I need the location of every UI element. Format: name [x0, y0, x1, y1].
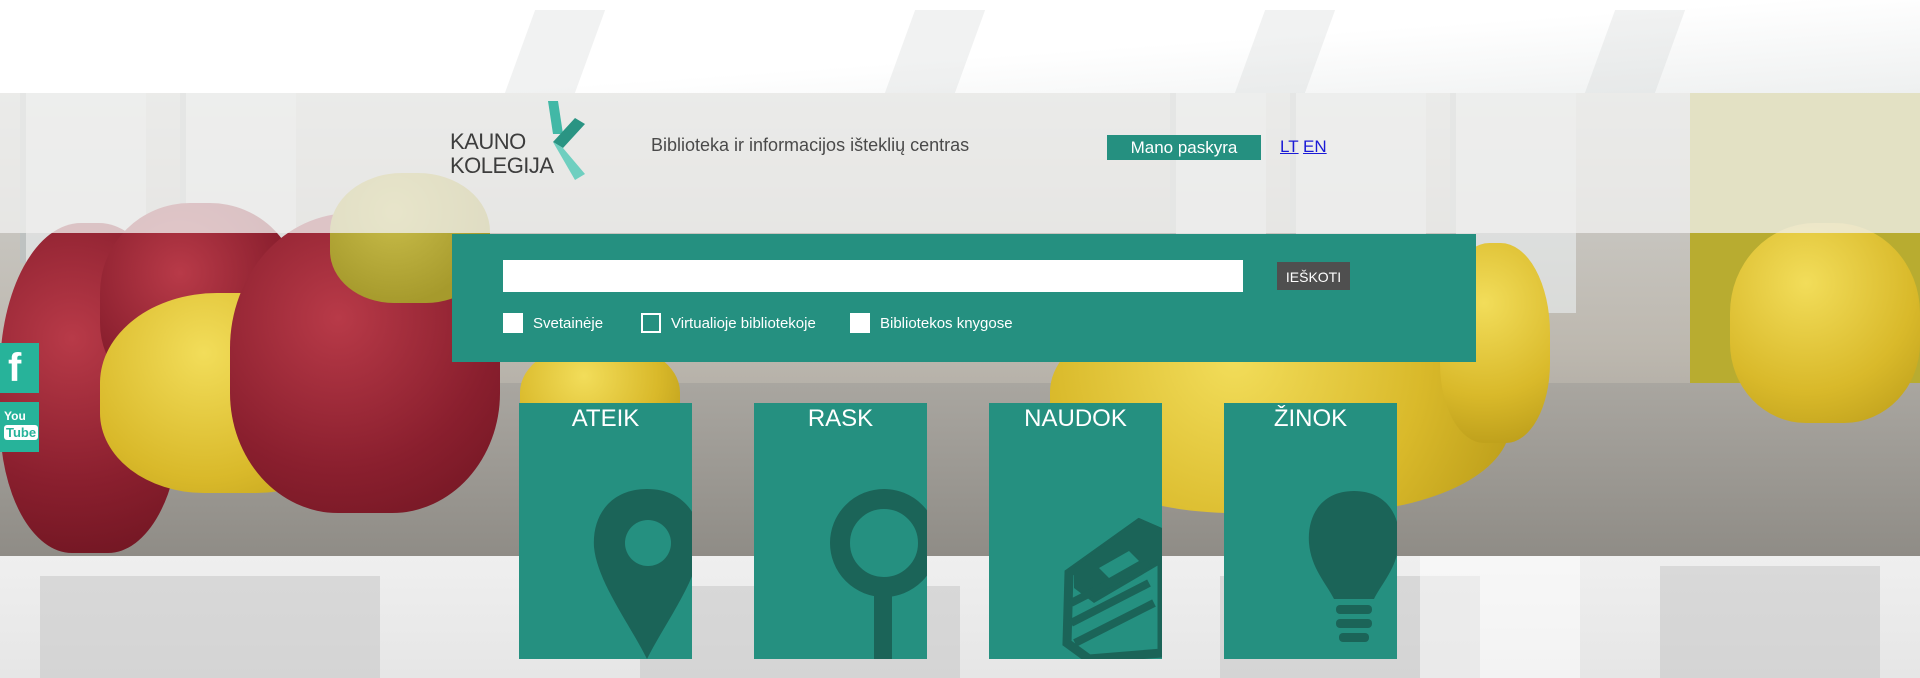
option-label-website: Svetainėje [533, 314, 604, 332]
checkbox-library-books[interactable] [850, 313, 870, 333]
option-label-virtual-library: Virtualioje bibliotekoje [671, 314, 816, 332]
header-band [0, 93, 1920, 233]
option-label-library-books: Bibliotekos knygose [880, 314, 1013, 332]
books-icon [1062, 517, 1162, 659]
my-account-button[interactable]: Mano paskyra [1107, 135, 1261, 160]
logo-k-mark-icon [548, 101, 585, 180]
site-subtitle: Biblioteka ir informacijos išteklių cent… [651, 135, 970, 155]
location-pin-icon [593, 489, 692, 659]
tile-naudok[interactable]: NAUDOK [989, 403, 1162, 659]
search-option-website[interactable]: Svetainėje [503, 313, 603, 333]
search-button[interactable]: IEŠKOTI [1277, 262, 1350, 290]
facebook-icon: f [8, 346, 22, 390]
tile-zinok[interactable]: ŽINOK [1224, 403, 1397, 659]
magnifier-icon [830, 489, 927, 659]
search-panel: IEŠKOTI Svetainėje Virtualioje bibliotek… [452, 234, 1476, 362]
language-en-link[interactable]: EN [1303, 137, 1327, 157]
checkbox-virtual-library[interactable] [641, 313, 661, 333]
bottom-background-image [0, 556, 1920, 678]
language-lt-link[interactable]: LT [1280, 137, 1299, 157]
search-input[interactable] [503, 260, 1243, 292]
facebook-link[interactable]: f [0, 343, 39, 393]
top-background-strip [0, 0, 1920, 93]
tile-ateik[interactable]: ATEIK [519, 403, 692, 659]
youtube-link[interactable]: You Tube [0, 402, 39, 452]
checkbox-website[interactable] [503, 313, 523, 333]
kauno-kolegija-logo[interactable]: KAUNO KOLEGIJA [450, 98, 606, 182]
tile-rask[interactable]: RASK [754, 403, 927, 659]
lightbulb-icon [1308, 491, 1397, 642]
search-option-library-books[interactable]: Bibliotekos knygose [850, 313, 1013, 333]
search-option-virtual-library[interactable]: Virtualioje bibliotekoje [641, 313, 816, 333]
